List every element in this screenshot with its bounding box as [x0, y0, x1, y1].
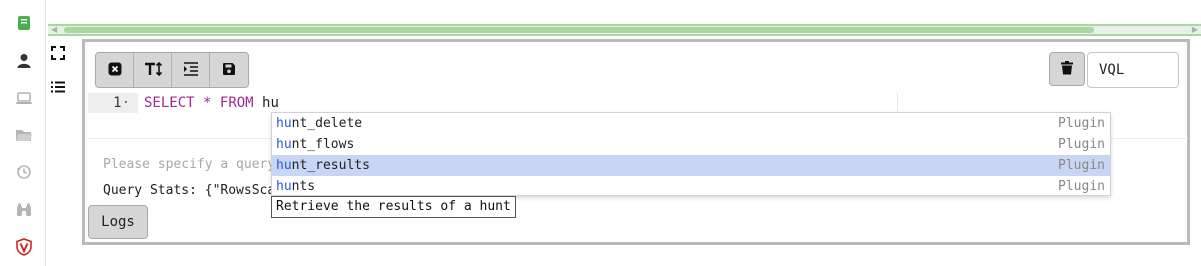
delete-cell-button[interactable] [1049, 52, 1085, 86]
logs-label: Logs [101, 214, 135, 230]
indent-button[interactable] [172, 53, 210, 87]
autocomplete-item[interactable]: hunts Plugin [272, 176, 1110, 197]
scroll-right-icon[interactable]: ▶ [1192, 25, 1198, 34]
autocomplete-item[interactable]: hunt_flows Plugin [272, 134, 1110, 155]
scrollbar-thumb[interactable] [64, 27, 1094, 33]
trash-icon [1061, 60, 1073, 79]
folder-icon[interactable] [14, 125, 34, 145]
keyword-select: SELECT [144, 95, 195, 111]
text-size-button[interactable] [134, 53, 172, 87]
autocomplete-popup: hunt_delete Plugin hunt_flows Plugin hun… [271, 112, 1111, 196]
completion-meta: Plugin [1058, 116, 1105, 131]
velociraptor-logo-icon[interactable] [14, 237, 34, 257]
editor-toolbar [95, 52, 249, 88]
completion-meta: Plugin [1058, 179, 1105, 194]
typed-identifier: hu [262, 95, 279, 111]
match-prefix: hu [276, 158, 292, 173]
indent-icon [183, 61, 199, 80]
language-select[interactable]: VQL [1087, 52, 1179, 88]
notebook-icon[interactable] [14, 13, 34, 33]
fold-marker: · [121, 95, 130, 111]
laptop-icon[interactable] [14, 88, 34, 108]
match-prefix: hu [276, 179, 292, 194]
save-icon [222, 61, 236, 80]
completion-text: nt_flows [291, 137, 355, 152]
star-operator: * [203, 95, 212, 111]
language-value: VQL [1099, 62, 1125, 78]
output-placeholder: Please specify a query [103, 157, 276, 172]
list-icon[interactable] [51, 78, 67, 94]
completion-text: nt_results [291, 158, 370, 173]
sidebar [0, 0, 46, 266]
code-line[interactable]: SELECT * FROM hu [144, 93, 279, 113]
print-margin [897, 93, 898, 113]
binoculars-icon[interactable] [14, 200, 34, 220]
match-prefix: hu [276, 116, 292, 131]
completion-text: nts [291, 179, 316, 194]
completion-tooltip: Retrieve the results of a hunt [271, 196, 516, 218]
completion-meta: Plugin [1058, 137, 1105, 152]
side-tools [46, 40, 76, 120]
completion-meta: Plugin [1058, 158, 1105, 173]
keyword-from: FROM [219, 95, 254, 111]
completion-text: nt_delete [291, 116, 363, 131]
line-number: 1 [113, 95, 122, 111]
clear-icon [108, 61, 122, 80]
line-gutter: 1· [88, 93, 138, 113]
clear-button[interactable] [96, 53, 134, 87]
autocomplete-item[interactable]: hunt_delete Plugin [272, 113, 1110, 134]
match-prefix: hu [276, 137, 292, 152]
code-editor[interactable]: 1· SELECT * FROM hu [88, 93, 1188, 113]
user-icon[interactable] [14, 51, 34, 71]
fullscreen-icon[interactable] [51, 45, 67, 61]
scroll-left-icon[interactable]: ◀ [51, 25, 57, 34]
horizontal-scrollbar[interactable]: ◀ ▶ [48, 24, 1201, 36]
save-button[interactable] [210, 53, 248, 87]
logs-button[interactable]: Logs [88, 205, 148, 239]
history-icon[interactable] [14, 162, 34, 182]
text-size-icon [144, 61, 162, 80]
autocomplete-item-selected[interactable]: hunt_results Plugin [272, 155, 1110, 176]
